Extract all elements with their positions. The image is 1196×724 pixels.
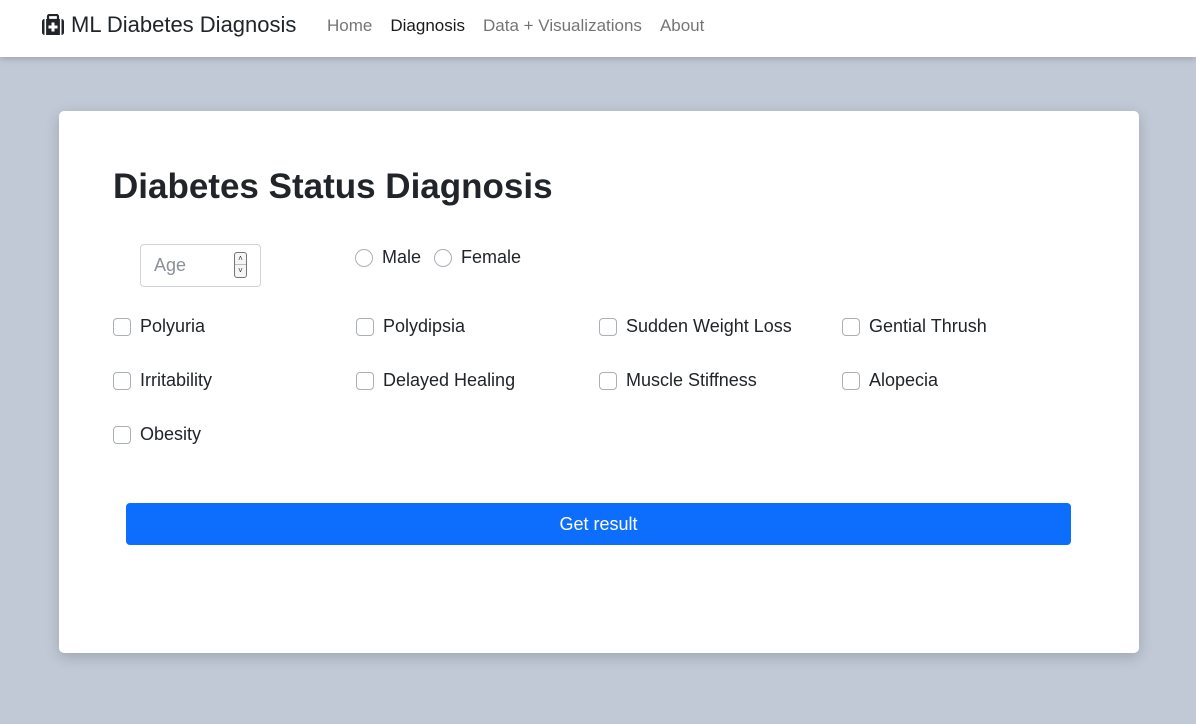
symptom-polyuria[interactable]: Polyuria xyxy=(113,316,205,337)
nav-link-diagnosis[interactable]: Diagnosis xyxy=(390,16,465,36)
checkbox-label: Irritability xyxy=(140,370,213,390)
nav-links: Home Diagnosis Data + Visualizations Abo… xyxy=(327,16,722,36)
brand-title: ML Diabetes Diagnosis xyxy=(71,12,297,37)
symptom-polydipsia[interactable]: Polydipsia xyxy=(356,316,465,337)
age-spinner: ˄ ˅ xyxy=(234,252,247,278)
medical-kit-icon xyxy=(41,13,65,36)
checkbox-muscle-stiffness[interactable] xyxy=(599,371,617,390)
nav-link-about[interactable]: About xyxy=(660,16,704,36)
radio-male[interactable] xyxy=(355,248,373,267)
get-result-button[interactable]: Get result xyxy=(126,503,1071,545)
nav-link-home[interactable]: Home xyxy=(327,16,372,36)
checkbox-obesity[interactable] xyxy=(113,425,131,444)
symptom-gential-thrush[interactable]: Gential Thrush xyxy=(842,316,987,337)
checkbox-gential-thrush[interactable] xyxy=(842,317,860,336)
navbar: ML Diabetes Diagnosis Home Diagnosis Dat… xyxy=(0,0,1196,57)
symptom-irritability[interactable]: Irritability xyxy=(113,370,212,391)
checkbox-label: Muscle Stiffness xyxy=(626,370,757,390)
spinner-down-icon[interactable]: ˅ xyxy=(235,265,246,277)
gender-option-female[interactable]: Female xyxy=(434,247,521,268)
symptom-obesity[interactable]: Obesity xyxy=(113,424,201,445)
checkbox-alopecia[interactable] xyxy=(842,371,860,390)
checkbox-label: Sudden Weight Loss xyxy=(626,316,792,336)
page-title: Diabetes Status Diagnosis xyxy=(113,167,553,206)
checkbox-label: Obesity xyxy=(140,424,202,444)
checkbox-sudden-weight-loss[interactable] xyxy=(599,317,617,336)
checkbox-delayed-healing[interactable] xyxy=(356,371,374,390)
checkbox-polyuria[interactable] xyxy=(113,317,131,336)
symptom-delayed-healing[interactable]: Delayed Healing xyxy=(356,370,515,391)
symptom-muscle-stiffness[interactable]: Muscle Stiffness xyxy=(599,370,757,391)
checkbox-label: Polydipsia xyxy=(383,316,466,336)
brand-link[interactable]: ML Diabetes Diagnosis xyxy=(41,12,296,38)
symptom-sudden-weight-loss[interactable]: Sudden Weight Loss xyxy=(599,316,792,337)
symptom-alopecia[interactable]: Alopecia xyxy=(842,370,938,391)
age-input[interactable] xyxy=(141,245,231,286)
radio-label-male: Male xyxy=(382,247,422,267)
diagnosis-card: Diabetes Status Diagnosis ˄ ˅ Male Femal… xyxy=(59,111,1139,653)
checkbox-label: Gential Thrush xyxy=(869,316,987,336)
radio-female[interactable] xyxy=(434,248,453,267)
checkbox-polydipsia[interactable] xyxy=(356,317,374,336)
checkbox-label: Delayed Healing xyxy=(383,370,516,390)
nav-link-data-visualizations[interactable]: Data + Visualizations xyxy=(483,16,642,36)
checkbox-irritability[interactable] xyxy=(113,371,131,390)
gender-option-male[interactable]: Male xyxy=(355,247,421,268)
spinner-up-icon[interactable]: ˄ xyxy=(235,253,246,265)
checkbox-label: Polyuria xyxy=(140,316,206,336)
age-field-container: ˄ ˅ xyxy=(140,244,261,287)
radio-label-female: Female xyxy=(461,247,522,267)
gender-radio-group: Male Female xyxy=(355,247,521,268)
checkbox-label: Alopecia xyxy=(869,370,939,390)
